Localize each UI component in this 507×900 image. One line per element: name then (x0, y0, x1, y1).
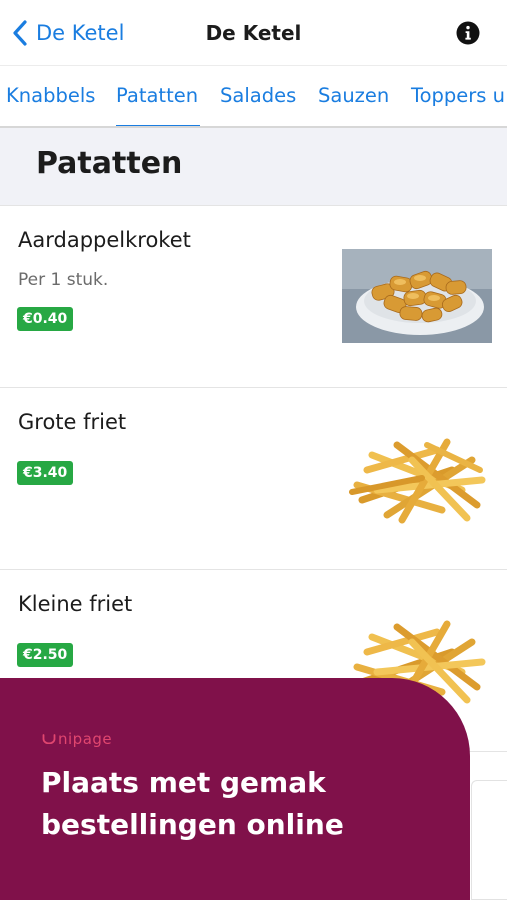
page-title: De Ketel (205, 21, 302, 45)
promo-banner: nipage Plaats met gemak bestellingen onl… (0, 678, 470, 900)
price-badge: €2.50 (17, 643, 74, 667)
tab-patatten[interactable]: Patatten (116, 84, 198, 107)
tab-toppers[interactable]: Toppers u (411, 84, 505, 107)
item-name: Kleine friet (18, 592, 133, 616)
price-badge: €3.40 (17, 461, 74, 485)
price-badge: €0.40 (17, 307, 74, 331)
menu-item-aardappelkroket[interactable]: Aardappelkroket Per 1 stuk. €0.40 (0, 206, 507, 388)
unipage-u-icon (42, 734, 56, 744)
unipage-logo: nipage (42, 730, 112, 748)
navigation-bar: De Ketel De Ketel (0, 0, 507, 66)
section-header: Patatten (0, 128, 507, 206)
promo-headline: Plaats met gemak bestellingen online (41, 766, 344, 841)
item-description: Per 1 stuk. (18, 270, 109, 290)
tab-knabbels[interactable]: Knabbels (6, 84, 95, 107)
fries-photo (349, 438, 486, 524)
info-icon[interactable] (456, 21, 480, 45)
item-name: Aardappelkroket (18, 228, 191, 252)
promo-brand: nipage (58, 730, 113, 748)
croquettes-photo (342, 249, 492, 343)
partial-card (471, 780, 507, 900)
menu-item-grote-friet[interactable]: Grote friet €3.40 (0, 388, 507, 570)
tab-salades[interactable]: Salades (220, 84, 296, 107)
item-name: Grote friet (18, 410, 127, 434)
tab-sauzen[interactable]: Sauzen (318, 84, 389, 107)
category-tabs: Knabbels Patatten Salades Sauzen Toppers… (0, 66, 507, 128)
section-title: Patatten (36, 146, 183, 181)
